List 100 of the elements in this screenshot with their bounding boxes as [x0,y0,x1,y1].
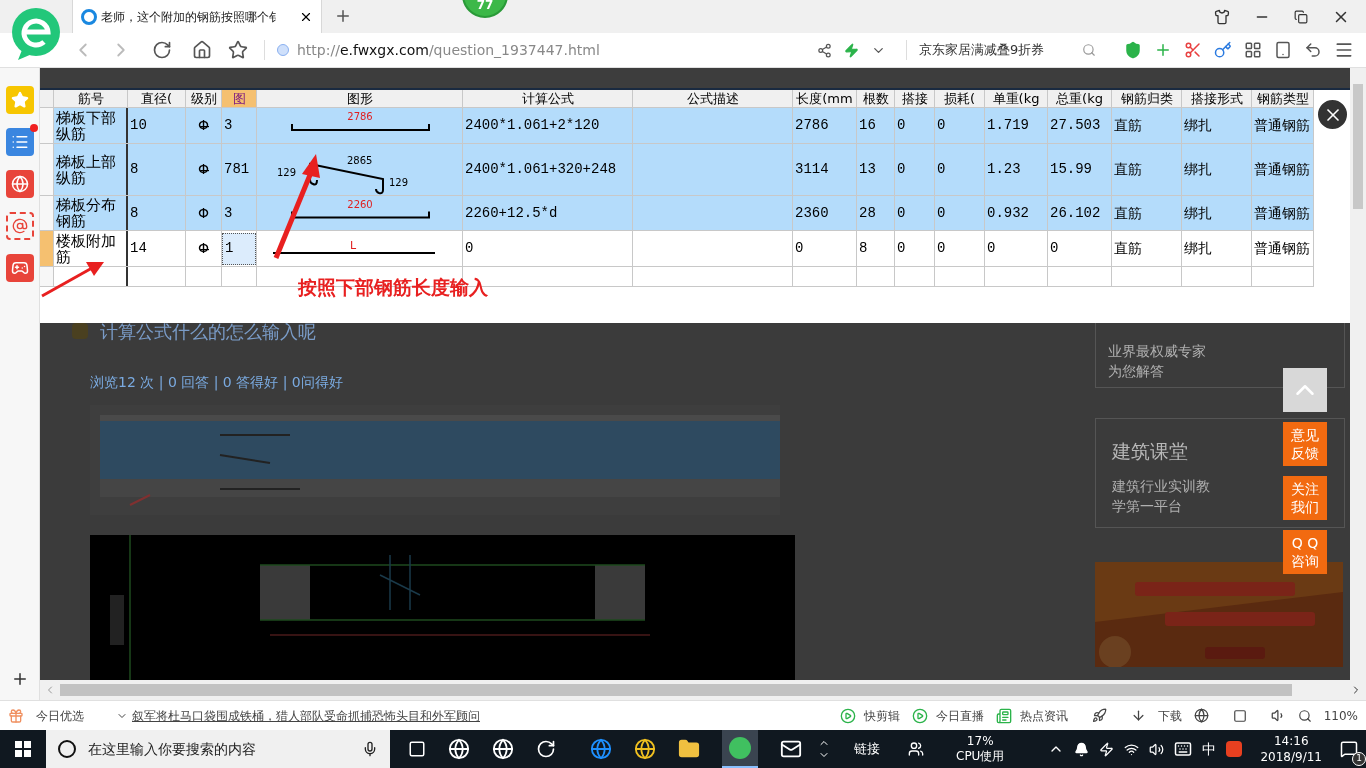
clock-date[interactable]: 2018/9/11 [1260,749,1322,765]
apps-icon[interactable] [1244,41,1262,59]
scroll-thumb[interactable] [60,684,1292,696]
table-cell-text: 3114 [794,160,830,179]
column-header[interactable]: 图形 [257,90,463,107]
wifi-icon[interactable] [1124,741,1140,757]
table-cell-text: 26.102 [1049,203,1102,223]
scroll-thumb[interactable] [1353,84,1363,209]
column-header[interactable]: 钢筋类型 [1252,90,1314,107]
rebar-name: 梯板分布钢筋 [55,197,117,229]
table-cell-text: 0 [896,203,907,223]
ime-indicator[interactable]: 中 [1202,738,1217,760]
table-cell-text: 0 [936,239,947,258]
horizontal-scrollbar[interactable] [40,680,1366,700]
sogou-icon[interactable] [1226,741,1243,757]
tab-title: 老师，这个附加的钢筋按照哪个钅 [101,8,281,26]
table-cell-text: Φ̶ [197,116,210,135]
search-field[interactable]: 京东家居满减叠9折券 [906,40,1096,60]
download-icon[interactable] [1130,708,1146,723]
table-cell-text: 10 [129,116,148,135]
home-icon[interactable] [192,40,212,60]
status-item[interactable]: 热点资讯 [1019,706,1068,725]
column-header[interactable]: 搭接 [895,90,935,107]
rocket-icon[interactable] [1091,708,1107,723]
column-header[interactable]: 根数 [857,90,895,107]
column-header[interactable]: 单重(kg [985,90,1048,107]
links-label[interactable]: 链接 [854,739,880,759]
video-edit-icon[interactable] [839,707,856,724]
new-tab-icon[interactable] [334,7,352,25]
column-header[interactable]: 直径( [128,90,186,107]
vertical-scrollbar[interactable] [1350,68,1366,680]
skin-icon[interactable] [1214,8,1230,25]
table-cell-text: 0 [936,160,947,179]
lightning-icon[interactable] [844,42,859,58]
column-header[interactable]: 搭接形式 [1182,90,1252,107]
volume-icon[interactable] [1149,741,1165,757]
table-cell-text: 绑扎 [1183,239,1213,258]
table-cell-text: 1.23 [986,160,1022,179]
zoom-level[interactable]: 110% [1323,706,1358,725]
table-cell-text: 16 [858,116,877,135]
column-header[interactable]: 计算公式 [463,90,633,107]
shield-icon[interactable] [1124,41,1142,59]
url-field[interactable]: http://e.fwxgx.com/question_1937447.html [297,39,600,61]
status-item[interactable]: 快剪辑 [863,706,900,725]
browser-task-icon[interactable] [722,730,758,768]
expert-text: 业界最权威专家 [1108,342,1206,361]
scissors-icon[interactable] [1184,41,1202,59]
clock-time[interactable]: 14:16 [1273,733,1309,749]
notification-center-icon[interactable] [1340,740,1358,758]
table-cell-text: 781 [223,160,251,179]
zoom-icon[interactable] [1297,708,1312,723]
status-label[interactable]: 今日优选 [36,706,84,725]
column-header[interactable]: 公式描述 [633,90,793,107]
mail-icon[interactable] [780,738,802,760]
column-header[interactable]: 级别 [186,90,222,107]
column-header[interactable]: 钢筋归类 [1112,90,1182,107]
list-icon[interactable] [5,128,34,156]
column-header[interactable]: 总重(kg [1048,90,1112,107]
tablet-icon[interactable] [1274,41,1292,59]
cpu-label: CPU使用 [956,749,1005,764]
column-header[interactable]: 长度(mm [793,90,857,107]
refresh-icon[interactable] [152,40,172,60]
table-cell-text: 绑扎 [1183,160,1213,179]
share-icon[interactable] [817,42,832,58]
restore-icon[interactable] [1294,9,1308,24]
rebar-name: 梯板上部纵筋 [55,153,117,186]
folder-icon[interactable] [678,738,700,760]
bookmark-icon[interactable] [228,40,248,60]
menu-icon[interactable] [1334,40,1354,60]
browser-tab[interactable]: 老师，这个附加的钢筋按照哪个钅 [72,0,322,33]
rebar-shape-drawing: 129 2865 129 [257,143,462,196]
live-icon[interactable] [911,707,928,724]
table-cell: 1 [222,232,256,265]
bell-icon[interactable] [1074,741,1090,757]
table-cell-text: 27.503 [1049,116,1102,135]
task-view-icon[interactable] [408,740,426,758]
table-cell-text: 普通钢筋 [1253,203,1311,223]
table-cell-text: 0 [986,239,997,258]
column-header[interactable]: 损耗( [935,90,985,107]
column-header[interactable]: 筋号 [54,90,128,107]
column-header[interactable]: 图 [222,90,257,107]
table-cell-text: 直筋 [1113,116,1143,135]
keyboard-icon[interactable] [1174,740,1193,758]
people-icon[interactable] [908,741,924,757]
download-label[interactable]: 下载 [1157,706,1182,725]
rebar-shape-drawing: 2260 [257,195,462,231]
status-item[interactable]: 今日直播 [935,706,984,725]
news-link[interactable]: 叙军将杜马口袋围成铁桶，猎人部队受命抓捕恐怖头目和外军顾问 [132,706,480,725]
undo-icon[interactable] [1304,41,1322,59]
window-icon[interactable] [1232,708,1247,723]
taskbar-search-field[interactable]: 在这里输入你要搜索的内容 [46,730,390,768]
key-icon[interactable] [1214,41,1232,59]
table-cell-text: 1.719 [986,116,1030,135]
question-stats: 浏览12 次 | 0 回答 | 0 答得好 | 0问得好 [90,373,343,393]
game-icon[interactable] [5,254,34,282]
news-icon[interactable] [995,707,1012,724]
table-cell-text: 13 [858,160,877,179]
microphone-icon[interactable] [362,741,378,757]
table-cell-text: 普通钢筋 [1253,116,1311,135]
rebar-name: 楼板附加筋 [55,232,117,265]
